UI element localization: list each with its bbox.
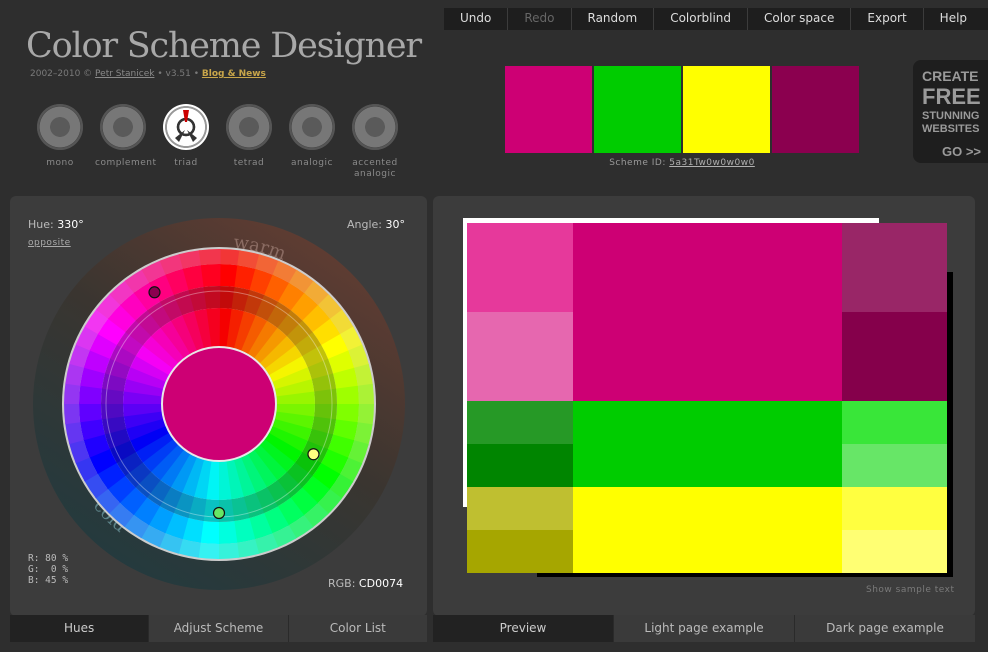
preview-primary-dark-1 <box>842 223 947 312</box>
swatch-tertiary[interactable] <box>683 66 770 153</box>
preview-secondary-main <box>573 401 842 487</box>
menu-help[interactable]: Help <box>924 8 983 30</box>
menu-export[interactable]: Export <box>851 8 924 30</box>
selected-color-disc <box>161 346 277 462</box>
ad-go: GO >> <box>942 144 982 159</box>
red-percent: R: 80 % <box>28 553 69 564</box>
app-logo: Color Scheme Designer <box>26 26 422 66</box>
credit-years: 2002–2010 © <box>30 69 93 79</box>
swatch-secondary[interactable] <box>594 66 681 153</box>
mode-label: complement <box>95 158 157 168</box>
preview-tertiary-dark-2 <box>467 530 573 573</box>
mode-accented-analogic[interactable]: accented analogic <box>347 104 403 180</box>
preview-secondary-dark-1 <box>467 401 573 444</box>
mode-tetrad[interactable]: tetrad <box>221 104 277 169</box>
preview-secondary-light-2 <box>842 444 947 487</box>
primary-hue-marker[interactable] <box>148 286 161 299</box>
scheme-id-label: Scheme ID: <box>609 158 666 168</box>
top-menu: Undo Redo Random Colorblind Color space … <box>444 8 988 30</box>
preview-color-grid <box>467 223 947 573</box>
ad-line-4: WEBSITES <box>922 123 980 135</box>
ad-banner[interactable]: CREATE FREE STUNNING WEBSITES GO >> <box>913 60 988 163</box>
hue-label: Hue: <box>28 218 54 231</box>
mode-label: accented analogic <box>352 158 398 179</box>
hue-value: 330° <box>57 218 84 231</box>
show-sample-text-link[interactable]: Show sample text <box>866 585 955 595</box>
scheme-id-link[interactable]: 5a31Tw0w0w0w0 <box>669 158 755 168</box>
swatch-complement[interactable] <box>772 66 859 153</box>
blue-percent: B: 45 % <box>28 575 69 586</box>
rgb-readout: RGB: CD0074 <box>328 577 403 590</box>
preview-secondary-light-1 <box>842 401 947 444</box>
tab-adjust-scheme[interactable]: Adjust Scheme <box>149 615 289 642</box>
credit-line: 2002–2010 © Petr Stanicek • v3.51 • Blog… <box>30 69 266 79</box>
angle-value: 30° <box>385 218 406 231</box>
mode-triad[interactable]: triad <box>158 104 214 169</box>
mode-label: mono <box>46 158 74 168</box>
scheme-swatches <box>505 66 861 153</box>
menu-color-space[interactable]: Color space <box>748 8 852 30</box>
ad-line-2: FREE <box>922 84 981 109</box>
angle-label: Angle: <box>347 218 383 231</box>
mode-wheel-icon <box>163 104 209 150</box>
tab-preview[interactable]: Preview <box>433 615 614 642</box>
angle-readout: Angle: 30° <box>347 218 405 231</box>
ad-line-1: CREATE <box>922 68 979 84</box>
tab-color-list[interactable]: Color List <box>288 615 427 642</box>
preview-tertiary-light-2 <box>842 530 947 573</box>
preview-tertiary-dark-1 <box>467 487 573 530</box>
mode-label: analogic <box>291 158 333 168</box>
author-link[interactable]: Petr Stanicek <box>95 69 154 79</box>
mode-wheel-icon <box>226 104 272 150</box>
preview-primary-dark-2 <box>842 312 947 401</box>
preview-tertiary-light-1 <box>842 487 947 530</box>
opposite-link[interactable]: opposite <box>28 238 71 248</box>
blog-news-link[interactable]: Blog & News <box>202 69 266 79</box>
mode-complement[interactable]: complement <box>95 104 157 169</box>
tab-dark-page-example[interactable]: Dark page example <box>795 615 975 642</box>
mode-mono[interactable]: mono <box>32 104 88 169</box>
mode-analogic[interactable]: analogic <box>284 104 340 169</box>
preview-primary-light-2 <box>467 312 573 401</box>
tab-hues[interactable]: Hues <box>10 615 150 642</box>
rgb-value: CD0074 <box>358 577 404 590</box>
rgb-label: RGB: <box>328 577 356 590</box>
rgb-percent-list: R: 80 % G: 0 % B: 45 % <box>28 553 68 586</box>
menu-undo[interactable]: Undo <box>444 8 509 30</box>
tertiary-hue-marker[interactable] <box>307 448 320 461</box>
mode-wheel-icon <box>289 104 335 150</box>
mode-wheel-icon <box>352 104 398 150</box>
preview-primary-main <box>573 223 842 401</box>
menu-redo[interactable]: Redo <box>508 8 572 30</box>
menu-random[interactable]: Random <box>572 8 655 30</box>
preview-primary-light-1 <box>467 223 573 312</box>
preview-tertiary-main <box>573 487 842 573</box>
mode-wheel-icon <box>37 104 83 150</box>
preview-secondary-dark-2 <box>467 444 573 487</box>
swatch-primary[interactable] <box>505 66 592 153</box>
hue-panel-tabs: Hues Adjust Scheme Color List <box>10 615 427 642</box>
mode-wheel-icon <box>100 104 146 150</box>
tab-light-page-example[interactable]: Light page example <box>614 615 795 642</box>
scheme-id: Scheme ID: 5a31Tw0w0w0w0 <box>505 158 859 168</box>
color-wheel[interactable]: warm cold <box>33 218 405 590</box>
menu-colorblind[interactable]: Colorblind <box>654 8 749 30</box>
ad-line-3: STUNNING <box>922 110 980 122</box>
mode-label: triad <box>174 158 198 168</box>
preview-panel-tabs: Preview Light page example Dark page exa… <box>433 615 975 642</box>
version-text: • v3.51 • <box>157 69 200 79</box>
secondary-hue-marker[interactable] <box>212 506 226 520</box>
hue-readout: Hue: 330° <box>28 218 84 231</box>
green-percent: G: 0 % <box>28 564 69 575</box>
mode-label: tetrad <box>233 158 265 168</box>
